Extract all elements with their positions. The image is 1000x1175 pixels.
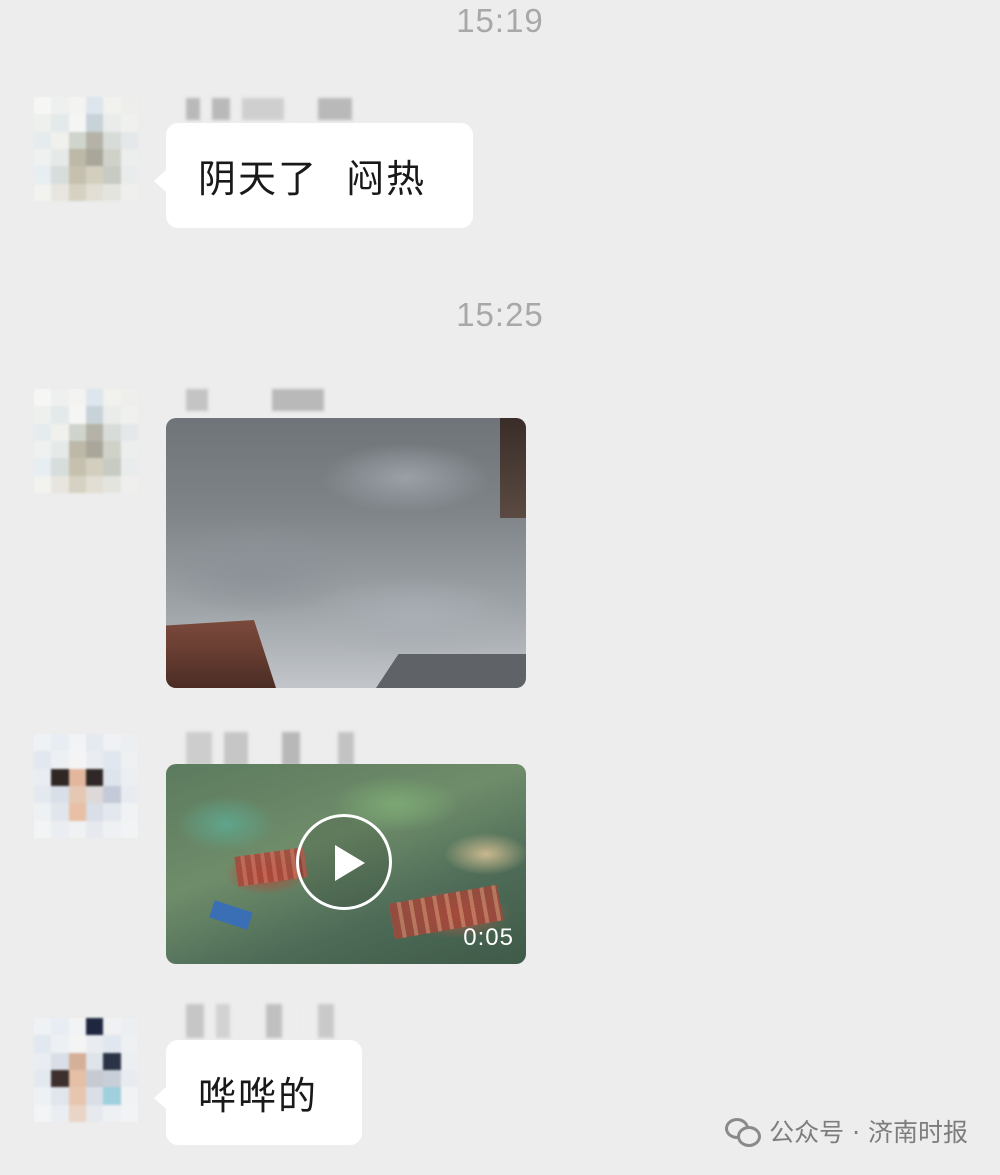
- overcast-sky-photo: [166, 418, 526, 688]
- nickname-2: [186, 389, 324, 411]
- image-message[interactable]: [166, 418, 526, 688]
- timestamp-1: 15:19: [456, 2, 544, 39]
- video-thumbnail: 0:05: [166, 764, 526, 964]
- message-text-4: 哗哗的: [198, 1074, 319, 1118]
- avatar-1[interactable]: [34, 97, 138, 201]
- avatar-3[interactable]: [34, 734, 138, 838]
- nickname-4: [186, 1004, 334, 1038]
- building-left: [166, 620, 276, 688]
- tower-right: [500, 418, 526, 518]
- timestamp-2: 15:25: [456, 296, 544, 333]
- video-duration: 0:05: [463, 924, 514, 951]
- avatar-4[interactable]: [34, 1018, 138, 1122]
- watermark: 公众号 · 济南时报: [725, 1113, 968, 1149]
- wechat-icon: [725, 1116, 762, 1147]
- message-text-1: 阴天了 闷热: [198, 157, 427, 201]
- nickname-3: [186, 732, 354, 766]
- nickname-1: [186, 98, 352, 120]
- video-message[interactable]: 0:05: [166, 764, 526, 964]
- blue-roof: [209, 900, 253, 930]
- play-icon[interactable]: [296, 814, 392, 910]
- building-right: [376, 654, 526, 688]
- text-bubble-1[interactable]: 阴天了 闷热: [154, 123, 473, 228]
- text-bubble-4[interactable]: 哗哗的: [154, 1040, 362, 1145]
- watermark-text: 公众号 · 济南时报: [769, 1118, 968, 1147]
- avatar-2[interactable]: [34, 389, 138, 493]
